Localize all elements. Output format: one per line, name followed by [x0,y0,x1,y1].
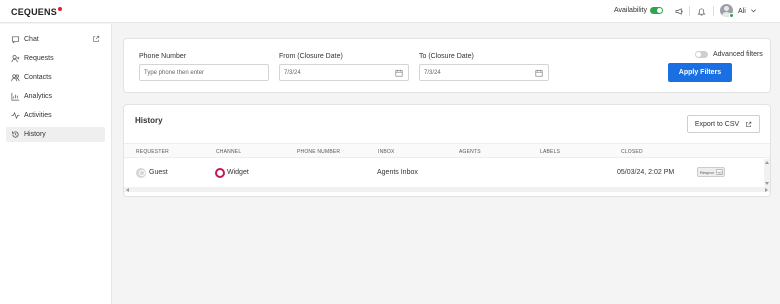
availability-label: Availability [614,7,647,14]
guest-avatar-icon [136,168,146,178]
column-header-channel[interactable]: CHANNEL [216,149,241,155]
table-row[interactable]: Guest Widget Agents Inbox 05/03/24, 2:02… [124,159,764,187]
sidebar-item-label: Activities [24,112,52,119]
channel-cell: Widget [227,169,249,176]
calendar-icon[interactable] [535,69,543,79]
sidebar-item-activities[interactable]: Activities [6,108,105,123]
sidebar-item-contacts[interactable]: Contacts [6,70,105,85]
advanced-filters-label: Advanced filters [713,51,763,58]
bar-chart-icon [10,92,20,102]
top-bar: CEQUENS Availability Ali [0,0,780,23]
activity-icon [10,111,20,121]
inbox-cell: Agents Inbox [377,169,418,176]
response-tag[interactable]: Respon +0 [697,167,725,177]
sidebar-item-analytics[interactable]: Analytics [6,89,105,104]
horizontal-scrollbar[interactable] [124,187,770,192]
sidebar-item-requests[interactable]: Requests [6,51,105,66]
column-header-labels[interactable]: LABELS [540,149,560,155]
export-csv-button[interactable]: Export to CSV [687,115,760,133]
to-date-input[interactable]: 7/3/24 [419,64,549,81]
vertical-scrollbar[interactable] [764,159,770,187]
sidebar-item-label: History [24,131,46,138]
phone-number-input[interactable]: Type phone then enter [139,64,269,81]
history-panel: History Export to CSV REQUESTER CHANNEL … [123,104,771,197]
advanced-filters-toggle[interactable] [695,51,708,58]
to-date-label: To (Closure Date) [419,53,474,60]
column-header-phone-number[interactable]: PHONE NUMBER [297,149,340,155]
sidebar-item-label: Requests [24,55,54,62]
table-header: REQUESTER CHANNEL PHONE NUMBER INBOX AGE… [124,143,770,158]
sidebar-item-chat[interactable]: Chat [6,32,105,47]
apply-filters-button[interactable]: Apply Filters [668,63,732,82]
sidebar-item-history[interactable]: History [6,127,105,142]
chat-icon [10,35,20,45]
column-header-agents[interactable]: AGENTS [459,149,481,155]
requester-cell: Guest [149,169,168,176]
chevron-down-icon[interactable] [750,7,757,16]
sidebar-item-label: Analytics [24,93,53,100]
sidebar-item-label: Chat [24,36,39,43]
widget-channel-icon [215,168,225,178]
users-icon [10,73,20,83]
bell-icon[interactable] [695,5,707,17]
logo: CEQUENS [11,7,62,17]
megaphone-icon[interactable] [673,5,685,17]
calendar-icon[interactable] [395,69,403,79]
external-link-icon[interactable] [92,35,100,45]
history-icon [10,130,20,140]
tag-count-badge: +0 [715,169,723,175]
phone-number-label: Phone Number [139,53,187,60]
export-csv-label: Export to CSV [694,120,740,128]
user-name[interactable]: Ali [738,8,746,15]
online-status-dot [729,13,734,18]
user-plus-icon [10,54,20,64]
from-date-input[interactable]: 7/3/24 [279,64,409,81]
filters-panel: Phone Number Type phone then enter From … [123,38,771,93]
to-date-value: 7/3/24 [424,69,441,76]
sidebar-item-label: Contacts [24,74,52,81]
closed-cell: 05/03/24, 2:02 PM [617,169,675,176]
history-title: History [135,116,163,125]
from-date-label: From (Closure Date) [279,53,343,60]
external-link-icon [746,121,752,127]
column-header-inbox[interactable]: INBOX [378,149,395,155]
response-tag-label: Respon [700,169,714,175]
from-date-value: 7/3/24 [284,69,301,76]
column-header-requester[interactable]: REQUESTER [136,149,169,155]
column-header-closed[interactable]: CLOSED [621,149,643,155]
sidebar: Chat Requests Contacts Analytics Activit… [0,24,112,304]
availability-toggle[interactable] [650,7,663,14]
phone-number-placeholder: Type phone then enter [144,69,205,76]
